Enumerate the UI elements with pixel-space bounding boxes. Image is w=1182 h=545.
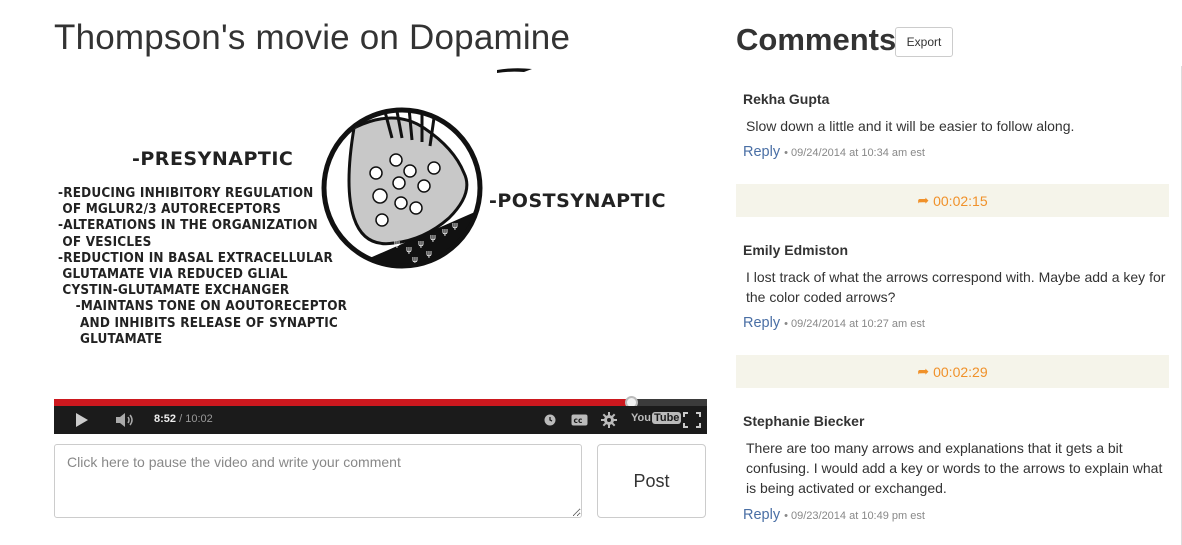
comment-input[interactable] [54, 444, 582, 518]
comment-meta: Reply • 09/24/2014 at 10:27 am est [743, 315, 925, 331]
svg-text:ψ: ψ [426, 249, 432, 259]
reply-link[interactable]: Reply [743, 144, 780, 160]
comment-author: Emily Edmiston [743, 242, 849, 258]
volume-button[interactable] [114, 406, 136, 434]
fullscreen-icon [683, 412, 701, 428]
svg-text:ψ: ψ [394, 239, 400, 249]
comment-text: There are too many arrows and explanatio… [746, 440, 1163, 496]
svg-text:ψ: ψ [452, 221, 458, 231]
comment-date: • 09/24/2014 at 10:34 am est [784, 147, 925, 159]
share-arrow-icon: ➦ [917, 192, 930, 208]
slide-bullets: -REDUCING INHIBITORY REGULATION OF MGLUR… [58, 186, 348, 347]
reply-link[interactable]: Reply [743, 507, 780, 523]
duration: 10:02 [185, 413, 213, 425]
watch-later-button[interactable] [542, 406, 558, 434]
comments-heading: Comments [736, 22, 897, 57]
svg-text:ψ: ψ [406, 245, 412, 255]
comment-meta: Reply • 09/24/2014 at 10:34 am est [743, 144, 925, 160]
svg-text:ψ: ψ [442, 227, 448, 237]
current-time: 8:52 [154, 413, 177, 425]
play-button[interactable] [72, 406, 92, 434]
settings-button[interactable] [599, 406, 619, 434]
fullscreen-button[interactable] [681, 406, 703, 434]
youtube-logo[interactable]: You Tube [631, 412, 682, 424]
timestamp-text: 00:02:29 [933, 363, 988, 380]
comment-text: Slow down a little and it will be easier… [746, 118, 1075, 134]
time-separator: / [176, 413, 186, 425]
presynaptic-label: -PRESYNAPTIC [132, 148, 294, 170]
time-display: 8:52 / 10:02 [154, 413, 213, 425]
video-controls: 8:52 / 10:02 cc You Tube [54, 406, 707, 434]
comments-list[interactable]: Rekha Gupta Slow down a little and it wi… [736, 66, 1182, 545]
video-progress-fill [54, 399, 631, 406]
clock-icon [544, 414, 556, 426]
video-progress-bar[interactable] [54, 396, 707, 409]
postsynaptic-label: -POSTSYNAPTIC [489, 190, 667, 212]
timestamp-text: 00:02:15 [933, 192, 988, 209]
export-button[interactable]: Export [895, 27, 953, 57]
video-timestamp-link[interactable]: ➦ 00:02:15 [736, 184, 1169, 217]
play-icon [76, 413, 88, 427]
svg-text:cc: cc [573, 416, 582, 425]
comment-author: Stephanie Biecker [743, 413, 865, 429]
post-button[interactable]: Post [597, 444, 706, 518]
comment-date: • 09/24/2014 at 10:27 am est [784, 318, 925, 330]
video-player[interactable]: ψψ ψψ ψψ ψψ -PRESYNAPTIC -POSTSYNAPTIC -… [54, 68, 707, 434]
svg-text:ψ: ψ [418, 239, 424, 249]
comment-date: • 09/23/2014 at 10:49 pm est [784, 510, 925, 522]
comment-author: Rekha Gupta [743, 91, 830, 107]
ink-mark [497, 68, 532, 73]
captions-button[interactable]: cc [569, 406, 589, 434]
page-title: Thompson's movie on Dopamine [54, 18, 571, 57]
video-frame[interactable]: ψψ ψψ ψψ ψψ -PRESYNAPTIC -POSTSYNAPTIC -… [54, 68, 707, 399]
volume-icon [116, 413, 133, 427]
comment-meta: Reply • 09/23/2014 at 10:49 pm est [743, 507, 925, 523]
svg-text:ψ: ψ [430, 233, 436, 243]
captions-icon: cc [571, 414, 587, 426]
reply-link[interactable]: Reply [743, 315, 780, 331]
gear-icon [601, 412, 617, 428]
share-arrow-icon: ➦ [917, 363, 930, 379]
comment-text: I lost track of what the arrows correspo… [746, 269, 1166, 305]
video-timestamp-link[interactable]: ➦ 00:02:29 [736, 355, 1169, 388]
